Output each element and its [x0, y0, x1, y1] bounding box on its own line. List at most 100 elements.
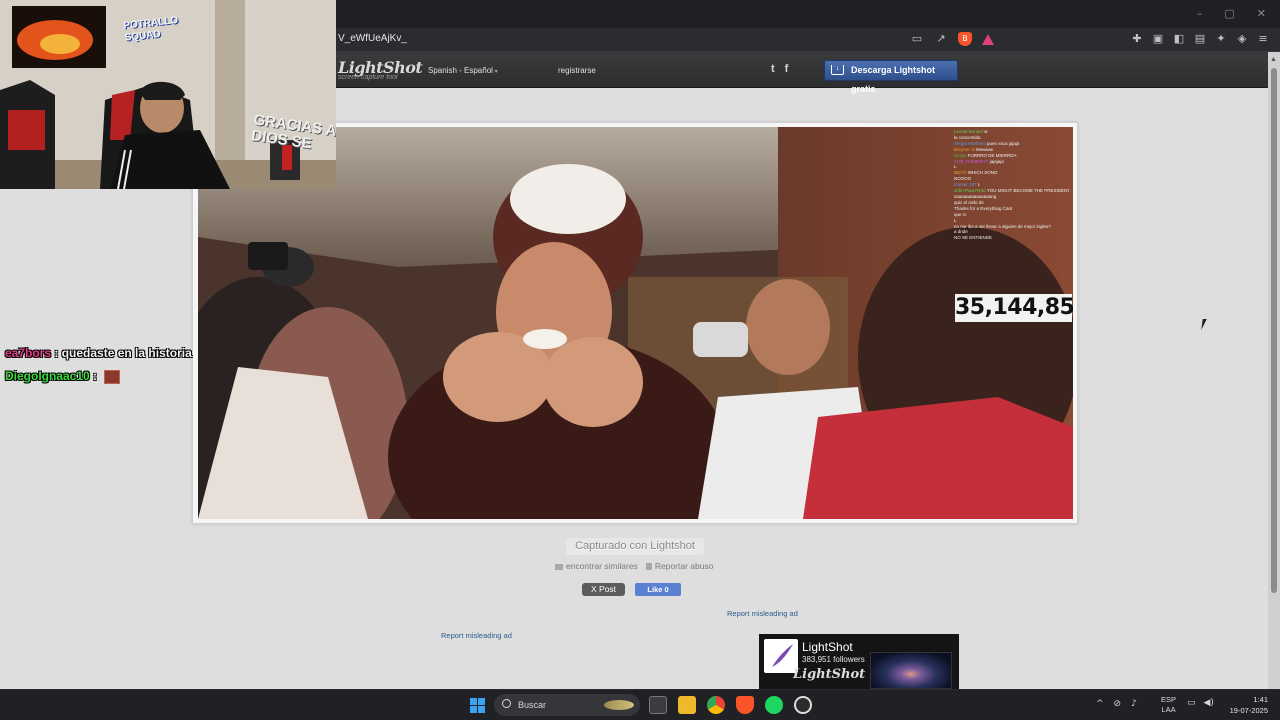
chat-username: DiegoIgnaac10	[5, 369, 90, 383]
twitter-icon[interactable]: t	[771, 63, 775, 75]
stream-chat-line-2: DiegoIgnaac10 :	[5, 369, 121, 384]
clock-time: 1:41	[1253, 695, 1268, 704]
lightshot-ad[interactable]: LightShot 383,951 followers LightShot	[759, 634, 959, 689]
capture-links: encontrar similares Reportar abuso	[555, 561, 713, 571]
chrome-icon[interactable]	[707, 696, 725, 714]
obs-icon[interactable]	[794, 696, 812, 714]
window-controls: – ▢ ✕	[1197, 7, 1266, 20]
ad-galaxy-image	[870, 652, 952, 689]
find-similar-link[interactable]: encontrar similares	[555, 561, 638, 571]
overlay-chat-message: la concentida	[954, 134, 981, 140]
report-abuse-link[interactable]: Reportar abuso	[645, 561, 714, 571]
task-view-icon[interactable]	[649, 696, 667, 714]
ad-followers: 383,951 followers	[802, 655, 865, 664]
streamer-webcam: POTRALLO SQUAD GRACIAS A DIOS SE	[0, 0, 336, 189]
windows-taskbar: Buscar ^ ⊘ ♪ ESP LAA ▭ ◀) 1:41 19-07-202…	[0, 689, 1280, 720]
language-select[interactable]: Spanish - Español	[428, 66, 498, 75]
find-similar-label: encontrar similares	[566, 561, 638, 571]
download-button[interactable]: ↓ Descarga Lightshot gratis	[824, 60, 958, 94]
system-tray: ^ ⊘ ♪	[1096, 699, 1137, 709]
stream-chat-overlay: Leonie Bonnet w la concentida Sergio Mart…	[954, 129, 1069, 241]
overlay-chat-message: que rc	[954, 211, 967, 217]
chat-message: :	[93, 369, 98, 383]
captured-with-lightshot: Capturado con Lightshot	[566, 538, 704, 555]
report-misleading-ad-link[interactable]: Report misleading ad	[727, 609, 798, 618]
wallet-icon[interactable]: ▤	[1193, 32, 1207, 46]
overlay-chat-user: Sergio Martínez	[954, 140, 986, 146]
register-link[interactable]: registrarse	[558, 66, 596, 75]
x-post-button[interactable]: X Post	[582, 583, 625, 596]
overlay-chat-message: Wwwww	[974, 146, 994, 152]
scrollbar-thumb[interactable]	[1271, 68, 1277, 593]
overlay-chat-message: no me iba a ver llevar a alguien de mejo…	[954, 223, 1051, 229]
report-icon	[645, 563, 652, 571]
overlay-chat-row: NO SE ENTIENDE	[954, 235, 1069, 241]
chat-username: ea7bors	[5, 346, 52, 360]
report-misleading-ad-link-2[interactable]: Report misleading ad	[441, 631, 512, 640]
overlay-chat-message: WHICH SONG	[966, 170, 998, 176]
network-off-icon[interactable]: ⊘	[1114, 699, 1122, 709]
facebook-icon[interactable]: f	[785, 63, 789, 75]
scroll-up-arrow-icon[interactable]: ▲	[1270, 56, 1277, 63]
taskbar-search[interactable]: Buscar	[494, 694, 640, 716]
minimize-icon[interactable]: –	[1197, 7, 1203, 20]
microphone-icon[interactable]: ♪	[1131, 699, 1137, 709]
stream-chat-line-1: ea7bors : quedaste en la historia	[5, 346, 192, 360]
extensions-icon[interactable]: ✚	[1130, 32, 1144, 46]
overlay-chat-message: L	[954, 217, 957, 223]
overlay-chat-message: saaaaaaaaaaaaaang	[954, 193, 997, 199]
overlay-chat-message: FURRRO DE MIERRDA	[966, 152, 1017, 158]
report-abuse-label: Reportar abuso	[654, 561, 714, 571]
share-icon[interactable]: ↗	[934, 32, 948, 46]
overlay-chat-user: Jóhn Paul Pinto	[954, 188, 986, 194]
search-placeholder: Buscar	[518, 700, 547, 710]
taskbar-apps	[649, 696, 812, 714]
overlay-chat-message: Thanks for a Everything Cant	[954, 205, 1013, 211]
lightshot-logo-subtitle: screen capture tool	[338, 74, 398, 81]
search-icon	[502, 699, 511, 708]
leo-icon[interactable]: ✦	[1214, 32, 1228, 46]
vpn-icon[interactable]: ◈	[1235, 32, 1249, 46]
system-tray-2: ▭ ◀)	[1187, 698, 1214, 708]
toolbar-icons: ✚ ▣ ◧ ▤ ✦ ◈ ≡	[1130, 32, 1270, 46]
windows-start-icon[interactable]	[470, 698, 485, 713]
overlay-chat-message: pues vaca jajaja	[985, 140, 1020, 146]
overlay-chat-message: jajajaja	[988, 158, 1004, 164]
brave-shield-icon[interactable]: B	[958, 32, 972, 46]
camera-icon	[555, 563, 563, 570]
cast-icon[interactable]: ▭	[910, 32, 924, 46]
overlay-chat-message: L	[976, 182, 981, 188]
lang-code: ESP	[1161, 695, 1177, 704]
ad-brand-logo: LightShot	[793, 667, 866, 682]
tray-overflow-icon[interactable]: ^	[1096, 699, 1104, 709]
chat-emote-icon	[104, 369, 121, 384]
brave-icon[interactable]	[736, 696, 754, 714]
overlay-chat-message: quiz el cielo de	[954, 199, 984, 205]
close-icon[interactable]: ✕	[1257, 7, 1266, 20]
overlay-chat-message: L	[954, 164, 957, 170]
spotify-icon[interactable]	[765, 696, 783, 714]
overlay-chat-message: NO SE ENTIENDE	[954, 235, 993, 241]
overlay-chat-user: Kevyn	[954, 152, 967, 158]
taskbar-clock[interactable]: 1:41 19-07-2025	[1222, 694, 1268, 716]
mouse-cursor-icon	[1201, 319, 1211, 330]
menu-icon[interactable]: ≡	[1256, 32, 1270, 46]
overlay-chat-message: a dnde	[954, 229, 968, 235]
maximize-icon[interactable]: ▢	[1224, 7, 1234, 20]
view-counter: 35,144,853	[955, 294, 1073, 322]
overlay-chat-user: Leonie Bonnet	[954, 129, 984, 134]
facebook-like-button[interactable]: Like 0	[635, 583, 681, 596]
file-explorer-icon[interactable]	[678, 696, 696, 714]
overlay-chat-user: Breyner ol	[954, 146, 975, 152]
rewards-icon[interactable]	[982, 33, 994, 45]
screenshot-icon[interactable]: ▣	[1151, 32, 1165, 46]
screen: – ▢ ✕ V_eWfUeAjKv_ ▭ ↗ B ✚ ▣ ◧ ▤ ✦ ◈ ≡ L…	[0, 0, 1280, 720]
volume-icon[interactable]: ◀)	[1204, 698, 1214, 708]
sidebar-icon[interactable]: ◧	[1172, 32, 1186, 46]
input-language[interactable]: ESP LAA	[1161, 695, 1176, 715]
overlay-chat-user: CHE_RAMIRE77	[954, 158, 989, 164]
display-icon[interactable]: ▭	[1187, 698, 1196, 708]
chat-message: : quedaste en la historia	[54, 346, 192, 360]
url-text[interactable]: V_eWfUeAjKv_	[338, 33, 407, 44]
social-links: t f	[771, 63, 788, 75]
